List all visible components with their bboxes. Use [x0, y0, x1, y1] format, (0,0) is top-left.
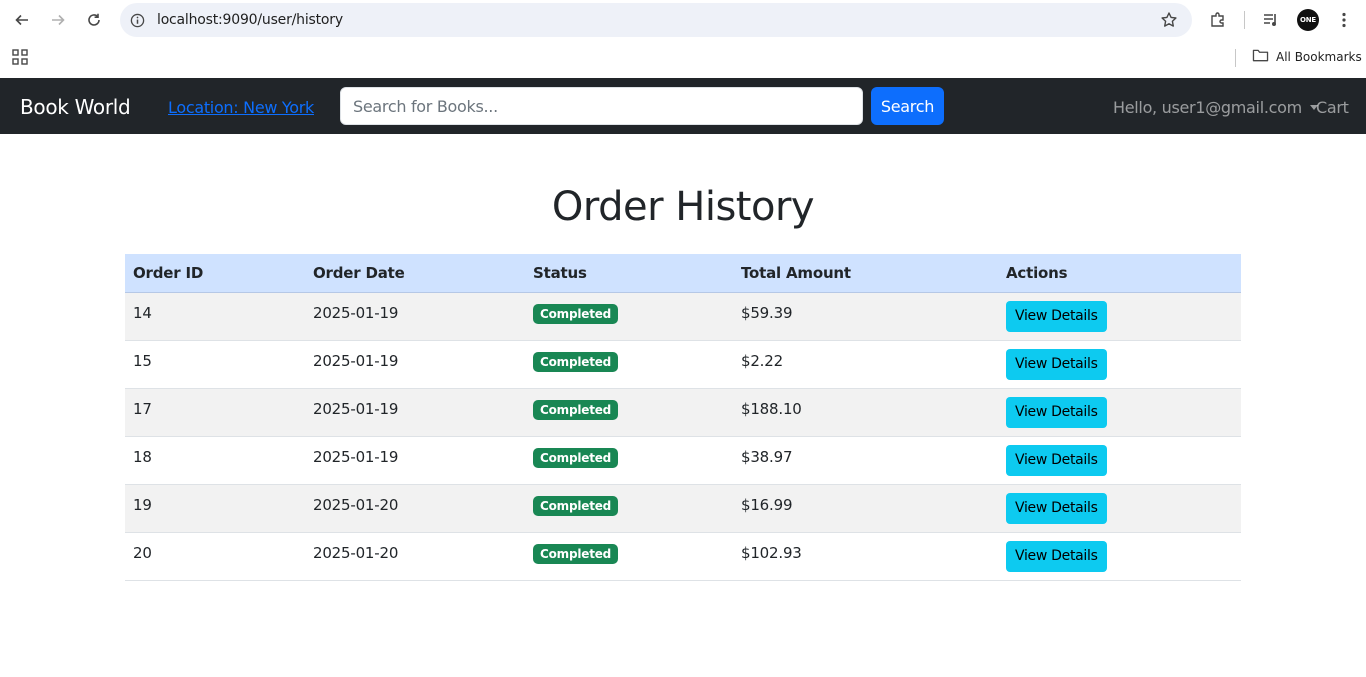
table-row: 18 2025-01-19 Completed $38.97 View Details [125, 436, 1241, 485]
more-menu-icon[interactable] [1333, 9, 1355, 31]
reload-icon[interactable] [82, 8, 106, 32]
location-link[interactable]: Location: New York [168, 98, 314, 117]
table-row: 17 2025-01-19 Completed $188.10 View Details [125, 388, 1241, 437]
browser-toolbar: localhost:9090/user/history ONE [0, 0, 1366, 40]
order-date-cell: 2025-01-20 [305, 484, 525, 533]
header-order-date: Order Date [305, 254, 525, 293]
app-navbar: Book World Location: New York Search Hel… [0, 78, 1366, 134]
apps-grid-icon[interactable] [12, 49, 28, 65]
header-total-amount: Total Amount [733, 254, 998, 293]
view-details-button[interactable]: View Details [1006, 492, 1107, 524]
status-badge: Completed [533, 303, 619, 324]
total-amount-cell: $188.10 [733, 388, 998, 437]
view-details-button[interactable]: View Details [1006, 540, 1107, 572]
order-id-cell: 15 [125, 340, 305, 389]
status-cell: Completed [525, 532, 733, 581]
actions-cell: View Details [998, 388, 1241, 437]
all-bookmarks-label: All Bookmarks [1276, 50, 1362, 64]
view-details-button[interactable]: View Details [1006, 444, 1107, 476]
status-cell: Completed [525, 292, 733, 341]
header-actions: Actions [998, 254, 1241, 293]
total-amount-cell: $102.93 [733, 532, 998, 581]
header-order-id: Order ID [125, 254, 305, 293]
table-row: 20 2025-01-20 Completed $102.93 View Details [125, 532, 1241, 581]
brand-logo-text[interactable]: Book World [20, 95, 131, 119]
order-id-cell: 18 [125, 436, 305, 485]
address-bar[interactable]: localhost:9090/user/history [120, 3, 1192, 37]
bookmark-star-icon[interactable] [1160, 11, 1178, 29]
table-row: 19 2025-01-20 Completed $16.99 View Details [125, 484, 1241, 533]
site-info-icon[interactable] [128, 11, 146, 29]
status-badge: Completed [533, 351, 619, 372]
status-badge: Completed [533, 543, 619, 564]
user-greeting: Hello, user1@gmail.com [1113, 98, 1302, 117]
status-cell: Completed [525, 484, 733, 533]
actions-cell: View Details [998, 484, 1241, 533]
view-details-button[interactable]: View Details [1006, 348, 1107, 380]
status-badge: Completed [533, 447, 619, 468]
header-status: Status [525, 254, 733, 293]
page-title: Order History [551, 184, 815, 230]
search-button[interactable]: Search [871, 87, 944, 125]
actions-cell: View Details [998, 292, 1241, 341]
extensions-icon[interactable] [1207, 9, 1229, 31]
order-date-cell: 2025-01-19 [305, 436, 525, 485]
actions-cell: View Details [998, 436, 1241, 485]
back-icon[interactable] [10, 8, 34, 32]
status-cell: Completed [525, 340, 733, 389]
status-badge: Completed [533, 399, 619, 420]
table-row: 14 2025-01-19 Completed $59.39 View Details [125, 292, 1241, 341]
order-id-cell: 17 [125, 388, 305, 437]
all-bookmarks-button[interactable]: All Bookmarks [1252, 48, 1362, 66]
order-date-cell: 2025-01-19 [305, 388, 525, 437]
actions-cell: View Details [998, 532, 1241, 581]
actions-cell: View Details [998, 340, 1241, 389]
order-id-cell: 19 [125, 484, 305, 533]
total-amount-cell: $38.97 [733, 436, 998, 485]
order-id-cell: 20 [125, 532, 305, 581]
bookmarks-bar [0, 40, 1366, 78]
media-queue-icon[interactable] [1260, 9, 1282, 31]
total-amount-cell: $16.99 [733, 484, 998, 533]
total-amount-cell: $2.22 [733, 340, 998, 389]
status-cell: Completed [525, 388, 733, 437]
table-row: 15 2025-01-19 Completed $2.22 View Details [125, 340, 1241, 389]
forward-icon[interactable] [46, 8, 70, 32]
order-id-cell: 14 [125, 292, 305, 341]
bookmarks-divider [1235, 49, 1236, 67]
status-badge: Completed [533, 495, 619, 516]
table-header-row: Order ID Order Date Status Total Amount … [125, 254, 1241, 293]
status-cell: Completed [525, 436, 733, 485]
view-details-button[interactable]: View Details [1006, 300, 1107, 332]
url-text[interactable]: localhost:9090/user/history [157, 12, 343, 28]
cart-link[interactable]: Cart [1316, 98, 1349, 117]
search-input[interactable] [340, 87, 863, 125]
user-menu-dropdown[interactable]: Hello, user1@gmail.com [1113, 98, 1318, 117]
order-date-cell: 2025-01-20 [305, 532, 525, 581]
view-details-button[interactable]: View Details [1006, 396, 1107, 428]
order-date-cell: 2025-01-19 [305, 292, 525, 341]
orders-table: Order ID Order Date Status Total Amount … [125, 254, 1241, 581]
total-amount-cell: $59.39 [733, 292, 998, 341]
folder-icon [1252, 48, 1269, 66]
profile-avatar[interactable]: ONE [1297, 9, 1319, 31]
order-date-cell: 2025-01-19 [305, 340, 525, 389]
toolbar-divider [1244, 11, 1245, 29]
